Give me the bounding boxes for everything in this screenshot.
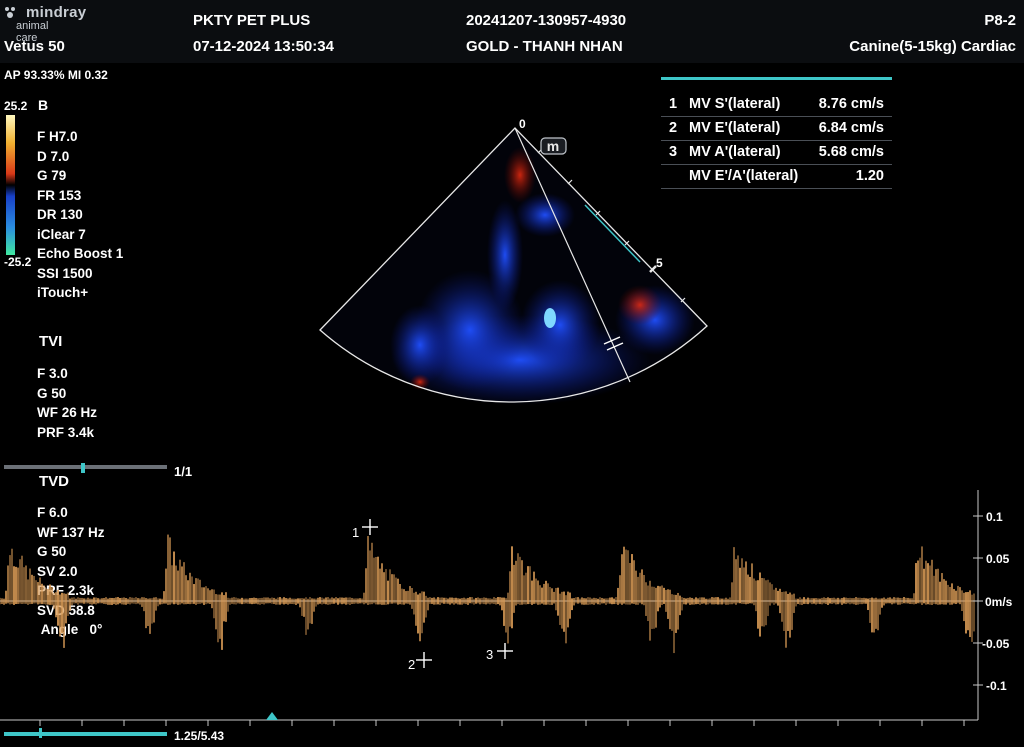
tvi-param-prf: PRF 3.4k [37,424,95,440]
time-tick-marks [39,720,965,726]
cine-progress-top[interactable] [4,465,167,469]
depth-label-0: 0 [519,117,526,131]
flow-region [390,305,450,385]
flow-region [618,285,662,325]
doppler-spectrum[interactable]: 0.1 0.05 0m/s -0.05 -0.1 1 2 3 [0,480,1024,747]
caliper-marker-1 [362,519,378,535]
velocity-label: 0.05 [986,552,1010,566]
caliper-marker-2 [416,652,432,668]
echo-sector-image[interactable]: 0 5 m [0,0,1024,420]
cine-progress-bottom[interactable] [4,732,167,736]
spectral-trace [0,534,975,654]
caliper-label-3: 3 [486,647,493,662]
flow-region [520,280,600,370]
m-marker-icon: m [547,138,559,154]
cine-handle-bottom[interactable] [39,728,42,738]
flow-region [544,308,556,328]
cine-handle-top[interactable] [81,463,85,473]
velocity-label: 0.1 [986,510,1003,524]
velocity-label: -0.05 [982,637,1010,651]
caliper-marker-3 [497,643,513,659]
caliper-label-2: 2 [408,657,415,672]
cine-position-marker [266,712,278,720]
cine-time-label: 1.25/5.43 [174,729,225,743]
depth-label-5: 5 [656,256,663,270]
velocity-label: 0m/s [985,595,1013,609]
flow-region [504,147,536,203]
cine-frame-count-top: 1/1 [174,464,193,479]
caliper-label-1: 1 [352,525,359,540]
velocity-label: -0.1 [986,679,1007,693]
